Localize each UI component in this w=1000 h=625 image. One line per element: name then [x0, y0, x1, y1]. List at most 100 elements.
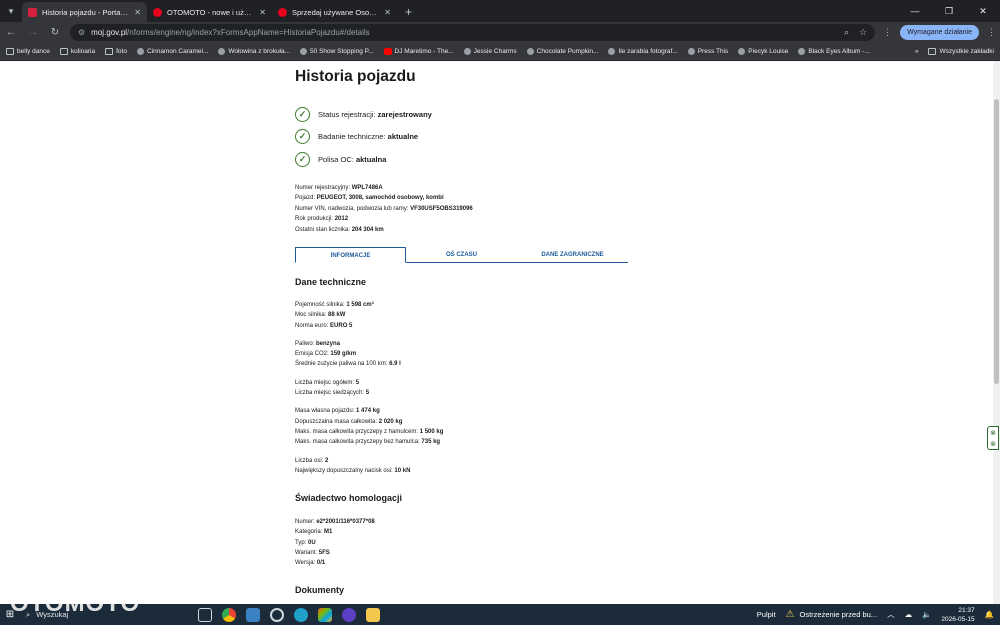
side-widget[interactable]: ⊗ ⊗	[987, 426, 999, 450]
bookmark-item[interactable]: Cinnamon Caramel...	[136, 47, 209, 55]
tech-group: Liczba miejsc ogółem: 5 Liczba miejsc sie…	[295, 378, 635, 399]
bookmark-item[interactable]: DJ Maretimo - The...	[383, 47, 454, 55]
page-scrollbar[interactable]	[993, 61, 1000, 604]
bookmark-star-icon[interactable]: ☆	[859, 27, 867, 38]
vehicle-row: Numer VIN, nadwozia, podwozia lub ramy: …	[295, 205, 473, 212]
site-icon	[608, 47, 616, 55]
tray-chevron-icon[interactable]: ︿	[887, 609, 895, 620]
bookmark-label: Cinnamon Caramel...	[146, 47, 209, 55]
speaker-icon[interactable]: 🔈	[922, 610, 931, 619]
url-text[interactable]: moj.gov.pl/nforms/engine/ng/index?xForms…	[91, 28, 838, 37]
tab-dane-zagraniczne[interactable]: DANE ZAGRANICZNE	[517, 247, 628, 262]
bookmark-item[interactable]: Black Eyes Album -...	[798, 47, 870, 55]
warning-icon: ⚠	[785, 609, 795, 620]
tech-row: Norma euro: EURO 5	[295, 322, 353, 329]
file-explorer-icon[interactable]	[366, 607, 380, 622]
tech-row: Maks. masa całkowita przyczepy bez hamul…	[295, 439, 441, 446]
otomoto-favicon-icon	[153, 7, 162, 17]
close-window-icon[interactable]: ✕	[966, 6, 1000, 17]
window-controls: — ❐ ✕	[898, 0, 1000, 22]
bookmark-item[interactable]: Press This	[687, 47, 728, 55]
browser-tab-1[interactable]: Historia pojazdu - Portal gov.pl ✕	[22, 2, 147, 22]
scrollbar-thumb[interactable]	[994, 99, 999, 384]
site-icon	[687, 47, 695, 55]
homologation-row: Kategoria: M1	[295, 529, 333, 536]
status-label: Polisa OC:	[318, 154, 354, 164]
vehicle-row: Pojazd: PEUGEOT, 3008, samochód osobowy,…	[295, 195, 444, 201]
browser-toolbar: ← → ↻ ⚙ moj.gov.pl/nforms/engine/ng/inde…	[0, 22, 1000, 43]
windows-taskbar: ⊞ ⌕ Wyszukaj Pulpit ⚠ Ostrzeżenie przed …	[0, 604, 1000, 625]
app-icon[interactable]	[342, 607, 356, 622]
desktop-label[interactable]: Pulpit	[757, 610, 776, 619]
bookmark-label: Wołowina z brokuła...	[228, 47, 291, 55]
store-icon[interactable]	[246, 607, 260, 622]
reload-icon[interactable]: ↻	[48, 27, 62, 38]
bookmark-item[interactable]: Chocolate Pumpkin...	[526, 47, 598, 55]
office-icon[interactable]	[318, 607, 332, 622]
bookmark-item[interactable]: belly dance	[6, 47, 50, 55]
vehicle-details: Numer rejestracyjny: WPL7486A Pojazd: PE…	[295, 183, 635, 236]
close-tab-icon[interactable]: ✕	[134, 8, 141, 17]
more-bookmarks-icon[interactable]: »	[915, 48, 919, 55]
bookmarks-bar: belly dance kulinaria foto Cinnamon Caramel…	[0, 43, 1000, 60]
close-tab-icon[interactable]: ✕	[384, 8, 391, 17]
tech-row: Paliwo: benzyna	[295, 340, 341, 347]
accessibility-icon[interactable]: ⊗	[990, 440, 996, 448]
tab-search-icon[interactable]: ▾	[0, 0, 22, 22]
back-icon[interactable]: ←	[4, 27, 18, 38]
required-action-button[interactable]: Wymagane działanie	[900, 25, 979, 40]
bookmark-label: foto	[116, 47, 127, 55]
new-tab-button[interactable]: +	[397, 2, 420, 22]
forward-icon[interactable]: →	[26, 27, 40, 38]
address-bar[interactable]: ⚙ moj.gov.pl/nforms/engine/ng/index?xFor…	[70, 24, 876, 41]
network-icon[interactable]: ☁	[905, 610, 913, 619]
vehicle-row: Numer rejestracyjny: WPL7486A	[295, 184, 383, 191]
close-tab-icon[interactable]: ✕	[259, 8, 266, 17]
details-tabs: INFORMACJE OŚ CZASU DANE ZAGRANICZNE	[295, 247, 628, 263]
bookmark-label: Wszystkie zakładki	[939, 47, 994, 55]
accessibility-icon[interactable]: ⊗	[990, 429, 996, 437]
edge-icon[interactable]	[294, 607, 308, 622]
status-value: zarejestrowany	[377, 109, 432, 119]
chrome-icon[interactable]	[222, 607, 236, 622]
folder-icon	[59, 47, 68, 55]
bookmark-item[interactable]: 50 Show Stopping P...	[300, 47, 374, 55]
browser-tab-2[interactable]: OTOMOTO - nowe i używane sa ✕	[147, 2, 272, 22]
menu-icon[interactable]: ⋮	[987, 27, 996, 38]
notification-text: Ostrzeżenie przed bu...	[799, 610, 878, 619]
minimize-icon[interactable]: —	[898, 6, 932, 16]
restore-icon[interactable]: ❐	[932, 6, 966, 17]
clock-time: 21:37	[958, 606, 975, 614]
technical-data: Pojemność silnika: 1 598 cm³ Moc silnika:…	[295, 300, 635, 476]
notifications-bell-icon[interactable]: 🔔	[985, 610, 994, 619]
bookmark-item[interactable]: kulinaria	[59, 47, 95, 55]
task-view-icon[interactable]	[198, 607, 212, 622]
vehicle-row: Ostatni stan licznika: 204 304 km	[295, 226, 384, 233]
settings-icon[interactable]	[270, 607, 284, 622]
clock-date: 2026-05-15	[941, 615, 975, 623]
extension-icon[interactable]: ⋮	[883, 27, 892, 38]
bookmark-item[interactable]: Piecyk Louise	[738, 47, 788, 55]
browser-tab-strip: ▾ Historia pojazdu - Portal gov.pl ✕ OTO…	[0, 0, 1000, 22]
bookmark-item[interactable]: Ile zarabia fotograf...	[608, 47, 678, 55]
tech-group: Liczba osi: 2 Największy dopuszczalny nac…	[295, 456, 635, 477]
site-icon	[463, 47, 471, 55]
bookmark-item[interactable]: foto	[105, 47, 127, 55]
status-label: Status rejestracji:	[318, 109, 376, 119]
tech-row: Średnie zużycie paliwa na 100 km: 6.9 l	[295, 361, 401, 368]
bookmark-item[interactable]: Wołowina z brokuła...	[218, 47, 291, 55]
homologation-row: Numer: e2*2001/116*0377*08	[295, 519, 375, 526]
tab-os-czasu[interactable]: OŚ CZASU	[406, 247, 517, 262]
all-bookmarks[interactable]: Wszystkie zakładki	[928, 47, 994, 55]
bookmark-item[interactable]: Jessie Charms	[463, 47, 517, 55]
notification[interactable]: ⚠ Ostrzeżenie przed bu...	[786, 609, 878, 620]
site-info-icon[interactable]: ⚙	[78, 28, 85, 37]
system-tray: Pulpit ⚠ Ostrzeżenie przed bu... ︿ ☁ 🔈 2…	[757, 606, 1000, 624]
tab-informacje[interactable]: INFORMACJE	[295, 247, 406, 263]
zoom-search-icon[interactable]: ⌕	[844, 27, 849, 38]
status-row-insurance: ✓ Polisa OC: aktualna	[295, 148, 635, 171]
tech-row: Dopuszczalna masa całkowita: 2 020 kg	[295, 418, 403, 425]
clock[interactable]: 21:37 2026-05-15	[941, 606, 974, 624]
browser-tab-3[interactable]: Sprzedaj używane Osobowe | O ✕	[272, 2, 397, 22]
taskbar-apps	[198, 607, 380, 622]
